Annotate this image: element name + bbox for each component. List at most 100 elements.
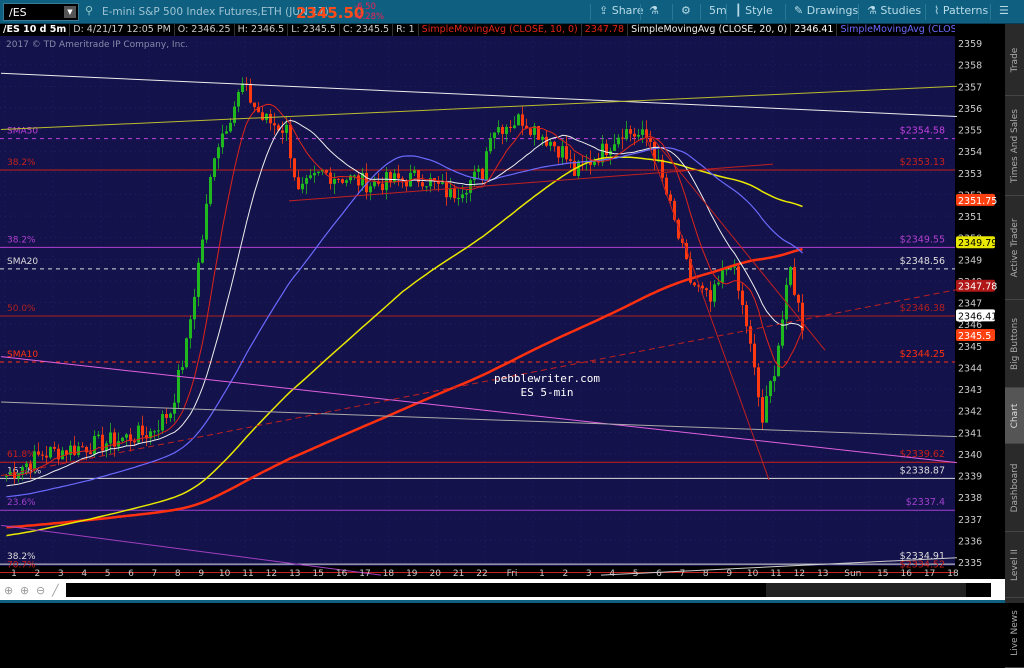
candle-body [449, 187, 452, 198]
info-low: L: 2345.5 [288, 24, 340, 36]
study-legend: SimpleMovingAvg (CLOSE, 10, 0) 2347.78 Sim… [419, 24, 955, 36]
studies-button[interactable]: ⚗ Studies [858, 4, 921, 20]
y-tick-label: 2341 [958, 428, 982, 439]
change-pct: -0.28% [354, 12, 385, 22]
candle-body [617, 137, 620, 145]
sidebar-tab-chart[interactable]: Chart [1005, 388, 1024, 444]
zoom-out-icon[interactable]: ⊖ [36, 584, 45, 597]
button-label: Patterns [942, 4, 989, 17]
sidebar-tab-live-news[interactable]: Live News [1005, 598, 1024, 668]
candle-body [389, 172, 392, 182]
y-tick-label: 2344 [958, 363, 982, 374]
link-icon[interactable]: ⚲ [85, 4, 93, 17]
candle-body [765, 396, 768, 423]
x-tick-label: 5 [633, 569, 639, 579]
candle-body [301, 183, 304, 190]
y-tick-label: 2351 [958, 212, 982, 223]
candle-body [329, 172, 332, 184]
y-tick-label: 2339 [958, 472, 982, 483]
candle-body [621, 137, 624, 139]
sidebar-tab-times-and-sales[interactable]: Times And Sales [1005, 96, 1024, 196]
style-button[interactable]: ┃ Style [726, 4, 773, 20]
candle-body [445, 182, 448, 198]
x-tick-label: 3 [58, 569, 64, 579]
menu-icon[interactable]: ☰ [990, 4, 1009, 20]
candle-body [497, 127, 500, 133]
horizontal-scrollbar[interactable] [66, 583, 991, 597]
plot-background [0, 36, 955, 566]
fib-right-label: $2349.55 [900, 234, 945, 245]
candle-body [333, 178, 336, 184]
5m-button[interactable]: 5m [700, 4, 727, 20]
x-tick-label: 9 [726, 569, 732, 579]
candle-body [169, 413, 172, 418]
candle-body [269, 113, 272, 124]
x-tick-label: 17 [359, 569, 370, 579]
y-tick-label: 2358 [958, 61, 982, 72]
symbol-value: /ES [9, 6, 27, 19]
chevron-down-icon[interactable]: ▼ [64, 6, 76, 18]
scroll-thumb[interactable] [766, 583, 966, 597]
y-tick-label: 2336 [958, 536, 982, 547]
sidebar-tab-active-trader[interactable]: Active Trader [1005, 196, 1024, 300]
candle-body [281, 130, 284, 133]
y-tick-label: 2340 [958, 450, 982, 461]
candle-body [453, 187, 456, 199]
candle-body [77, 446, 80, 455]
x-tick-label: 1 [11, 569, 17, 579]
x-tick-label: Fri [507, 569, 518, 579]
fib-left-label: 38.2% [7, 158, 36, 168]
candle-body [109, 432, 112, 444]
candle-body [549, 141, 552, 146]
draw-line-icon[interactable]: ╱ [52, 584, 59, 597]
candle-body [481, 168, 484, 180]
symbol-input[interactable]: /ES ▼ [3, 3, 79, 21]
candle-body [305, 178, 308, 184]
candle-body [209, 177, 212, 204]
y-tick-label: 2343 [958, 385, 982, 396]
flask-button[interactable]: ⚗ [640, 4, 659, 20]
candle-body [709, 290, 712, 302]
fib-left-label: 61.8% [7, 450, 36, 460]
candle-body [761, 397, 764, 423]
gear-button[interactable]: ⚙ [672, 4, 691, 20]
candle-body [125, 434, 128, 438]
study-name[interactable]: SimpleMovingAvg (CLOSE, 20, 0) [628, 24, 792, 36]
candle-body [413, 170, 416, 173]
x-tick-label: 15 [877, 569, 888, 579]
x-tick-label: 12 [266, 569, 277, 579]
candle-body [757, 367, 760, 398]
tab-label: Trade [1009, 47, 1020, 72]
sidebar-tab-dashboard[interactable]: Dashboard [1005, 444, 1024, 532]
crosshair-icon[interactable]: ⊕ [4, 584, 13, 597]
sidebar-tab-level-ii[interactable]: Level II [1005, 532, 1024, 598]
zoom-in-icon[interactable]: ⊕ [20, 584, 29, 597]
candle-body [629, 129, 632, 134]
info-date: D: 4/21/17 12:05 PM [70, 24, 175, 36]
sidebar-tab-big-buttons[interactable]: Big Buttons [1005, 300, 1024, 388]
x-tick-label: 19 [406, 569, 418, 579]
change-value: -6.50 [354, 2, 376, 12]
gear-icon: ⚙ [681, 4, 691, 17]
candle-body [557, 146, 560, 158]
price-chart[interactable]: 2017 © TD Ameritrade IP Company, Inc. SMA… [0, 36, 1005, 579]
candle-body [605, 143, 608, 155]
candle-body [253, 102, 256, 107]
study-name[interactable]: SimpleMovingAvg (CLOSE, 10, 0) [419, 24, 582, 36]
button-label: Style [745, 4, 773, 17]
candle-body [421, 182, 424, 187]
sidebar-tab-trade[interactable]: Trade [1005, 24, 1024, 96]
patterns-button[interactable]: ⌇ Patterns [925, 4, 988, 20]
candle-body [769, 381, 772, 397]
y-tick-label: 2337 [958, 515, 982, 526]
candle-body [473, 171, 476, 181]
watermark-text: ES 5-min [521, 386, 574, 399]
sidebar: Trade Times And Sales Active Trader Big But… [1005, 24, 1024, 668]
share-button[interactable]: ⇪ Share [590, 4, 643, 20]
candle-body [289, 124, 292, 159]
candle-body [97, 434, 100, 437]
candle-body [197, 262, 200, 297]
info-open: O: 2346.25 [175, 24, 235, 36]
drawings-button[interactable]: ✎ Drawings [785, 4, 858, 20]
study-name[interactable]: SimpleMovingAvg (CLOSE, 50, 0) [837, 24, 955, 36]
